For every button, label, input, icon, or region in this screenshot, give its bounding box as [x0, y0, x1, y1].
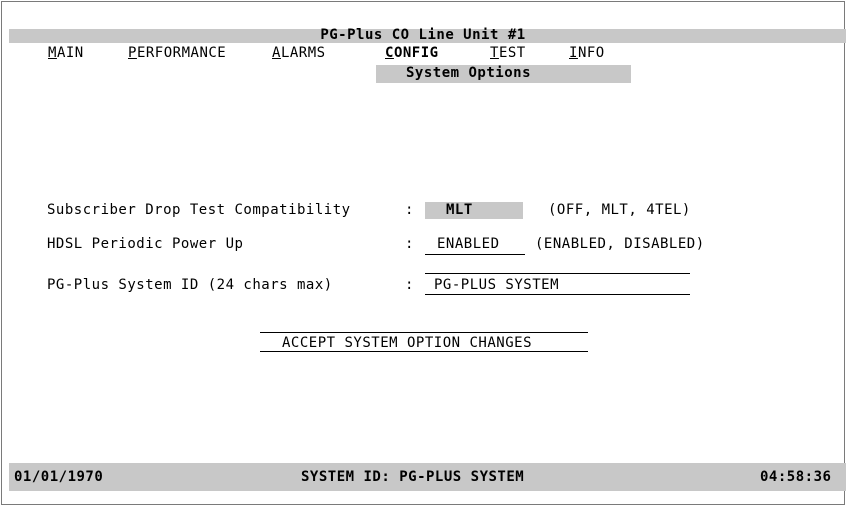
drop-test-separator: :: [405, 202, 414, 218]
menu-item-info[interactable]: INFO: [569, 45, 605, 61]
system-id-input[interactable]: PG-PLUS SYSTEM: [434, 277, 559, 293]
drop-test-choices: (OFF, MLT, 4TEL): [548, 202, 691, 218]
drop-test-value[interactable]: MLT: [446, 202, 473, 218]
menu-hotkey: A: [272, 45, 281, 61]
menu-label-rest: EST: [498, 45, 526, 61]
submenu-system-options[interactable]: System Options: [406, 65, 531, 81]
menu-item-config[interactable]: CONFIG: [385, 45, 439, 61]
status-system-id: SYSTEM ID: PG-PLUS SYSTEM: [301, 469, 525, 485]
window-title: PG-Plus CO Line Unit #1: [320, 27, 526, 43]
system-id-separator: :: [405, 277, 414, 293]
hdsl-power-choices: (ENABLED, DISABLED): [535, 236, 705, 252]
menu-hotkey: I: [569, 45, 578, 61]
menu-item-main[interactable]: MAIN: [48, 45, 84, 61]
hdsl-power-separator: :: [405, 236, 414, 252]
menu-hotkey: M: [48, 45, 57, 61]
hdsl-power-label: HDSL Periodic Power Up: [47, 236, 244, 252]
menu-item-performance[interactable]: PERFORMANCE: [128, 45, 226, 61]
system-id-top-line: [425, 273, 690, 274]
menu-hotkey: P: [128, 45, 137, 61]
system-id-label: PG-Plus System ID (24 chars max): [47, 277, 333, 293]
drop-test-field-bg: [425, 202, 523, 219]
menu-label-rest: ONFIG: [393, 45, 439, 61]
menu-item-test[interactable]: TEST: [490, 45, 526, 61]
menu-label-rest: NFO: [577, 45, 605, 61]
status-date: 01/01/1970: [14, 469, 104, 485]
accept-button-underline: [260, 351, 588, 352]
accept-button-top-line: [260, 332, 588, 333]
menu-item-alarms[interactable]: ALARMS: [272, 45, 326, 61]
menu-label-rest: LARMS: [280, 45, 326, 61]
menu-label-rest: AIN: [56, 45, 84, 61]
menu-label-rest: ERFORMANCE: [136, 45, 227, 61]
drop-test-label: Subscriber Drop Test Compatibility: [47, 202, 351, 218]
hdsl-power-value[interactable]: ENABLED: [437, 236, 500, 252]
menu-hotkey: C: [385, 45, 394, 61]
hdsl-power-underline: [425, 254, 525, 255]
status-time: 04:58:36: [760, 469, 832, 485]
system-id-underline: [425, 294, 690, 295]
accept-changes-button[interactable]: ACCEPT SYSTEM OPTION CHANGES: [282, 335, 532, 351]
menu-hotkey: T: [490, 45, 499, 61]
